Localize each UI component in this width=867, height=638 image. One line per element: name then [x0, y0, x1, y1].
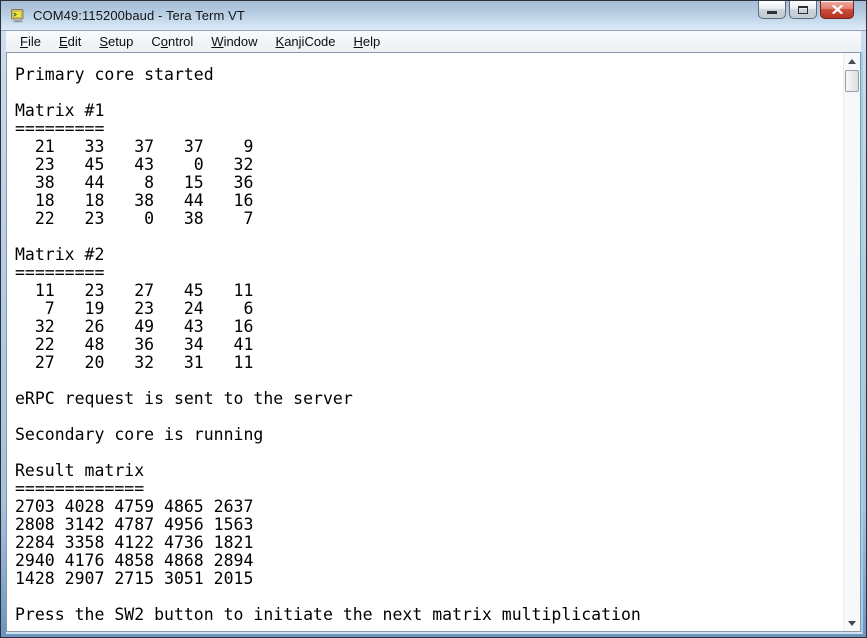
scroll-down-button[interactable] — [844, 615, 860, 631]
menu-bar: FileEditSetupControlWindowKanjiCodeHelp — [6, 31, 861, 52]
terminal-output[interactable]: Primary core started Matrix #1 =========… — [7, 53, 843, 631]
minimize-button[interactable] — [758, 1, 786, 19]
menu-item-help[interactable]: Help — [345, 31, 390, 52]
title-bar[interactable]: COM49:115200baud - Tera Term VT — [1, 1, 866, 31]
close-button[interactable] — [820, 1, 854, 19]
tera-term-app-icon — [10, 8, 26, 24]
close-icon — [832, 5, 843, 14]
menu-item-control[interactable]: Control — [142, 31, 202, 52]
menu-item-window[interactable]: Window — [202, 31, 266, 52]
menu-item-kanjicode[interactable]: KanjiCode — [267, 31, 345, 52]
scroll-up-button[interactable] — [844, 53, 860, 69]
tera-term-window: COM49:115200baud - Tera Term VT FileEdit… — [0, 0, 867, 638]
terminal-scrollbar[interactable] — [843, 53, 860, 631]
scrollbar-track[interactable] — [844, 92, 860, 615]
minimize-icon — [767, 11, 777, 14]
scroll-down-icon — [848, 621, 856, 626]
menu-item-setup[interactable]: Setup — [90, 31, 142, 52]
scroll-up-icon — [848, 59, 856, 64]
maximize-button[interactable] — [789, 1, 817, 19]
terminal-client-area: Primary core started Matrix #1 =========… — [6, 52, 861, 632]
maximize-icon — [798, 6, 808, 14]
menu-item-edit[interactable]: Edit — [50, 31, 90, 52]
caption-buttons — [758, 1, 854, 19]
menu-item-file[interactable]: File — [11, 31, 50, 52]
window-title: COM49:115200baud - Tera Term VT — [33, 8, 245, 23]
scrollbar-thumb[interactable] — [845, 70, 859, 92]
